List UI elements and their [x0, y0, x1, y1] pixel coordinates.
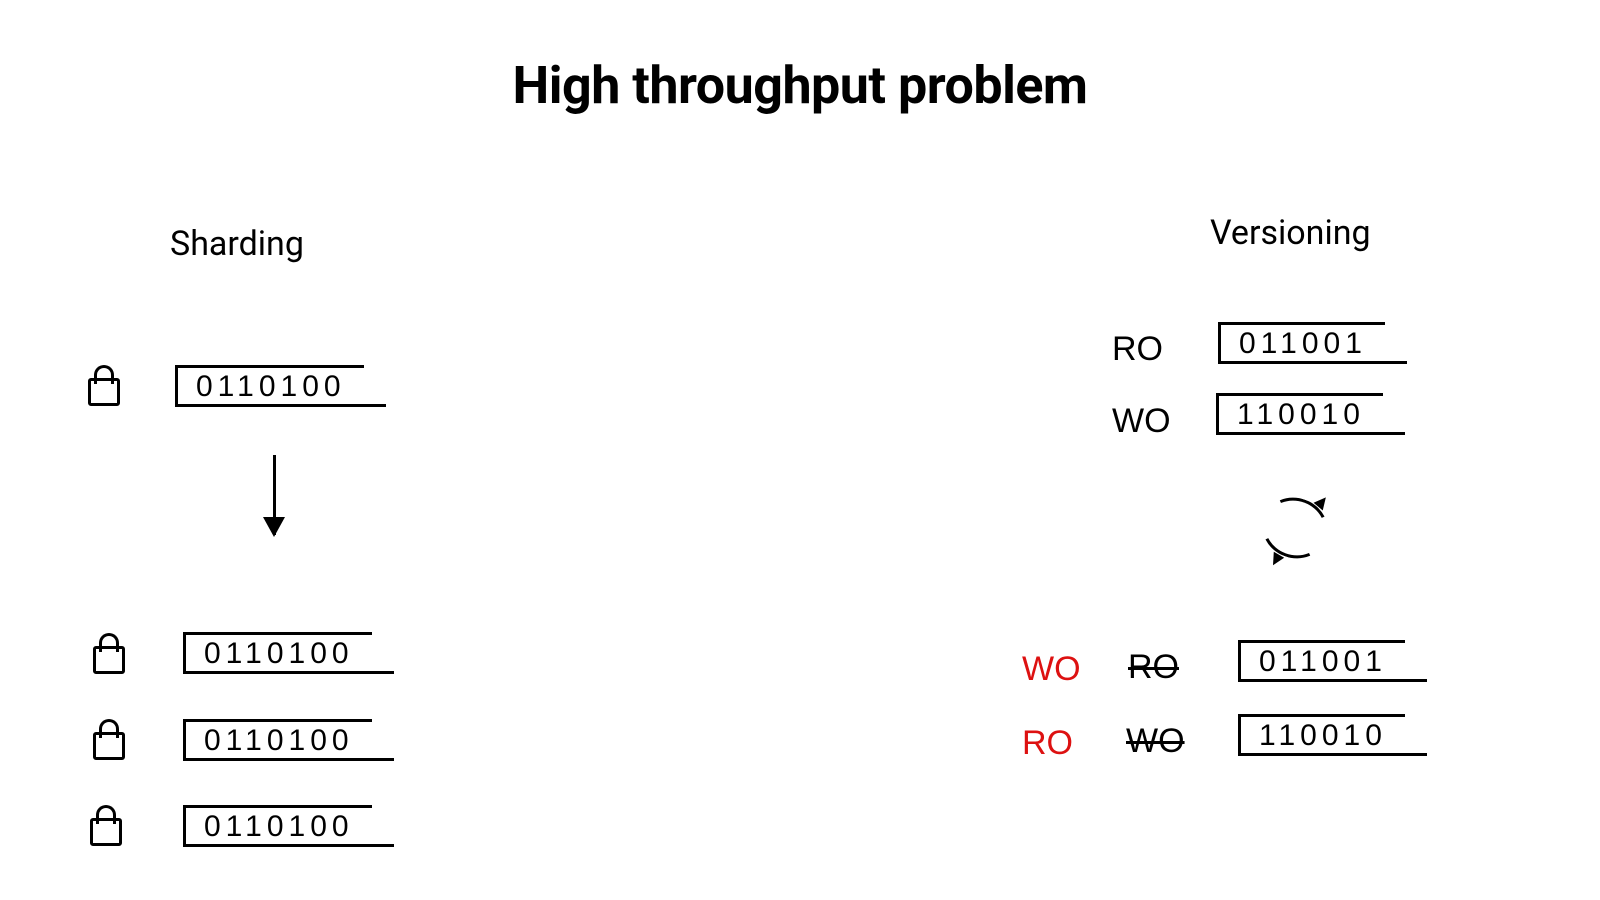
- sharding-label: Sharding: [170, 224, 304, 264]
- lock-icon: [90, 818, 122, 846]
- version-data-box: 110010: [1238, 714, 1405, 753]
- sharding-source-box: 0110100: [175, 365, 364, 404]
- version-old-mode-label: RO: [1128, 648, 1179, 687]
- version-data-box: 011001: [1238, 640, 1405, 679]
- swap-icon: [1262, 498, 1332, 562]
- version-mode-label: RO: [1112, 330, 1163, 369]
- slide-title: High throughput problem: [0, 55, 1600, 116]
- sharding-shard-box: 0110100: [183, 805, 372, 844]
- version-new-mode-label: RO: [1022, 724, 1073, 763]
- version-new-mode-label: WO: [1022, 650, 1081, 689]
- lock-icon: [93, 732, 125, 760]
- lock-icon: [88, 378, 120, 406]
- lock-icon: [93, 646, 125, 674]
- version-old-mode-label: WO: [1126, 722, 1185, 761]
- arrow-down-icon: [273, 455, 276, 535]
- sharding-shard-box: 0110100: [183, 632, 372, 671]
- version-data-box: 110010: [1216, 393, 1383, 432]
- version-data-box: 011001: [1218, 322, 1385, 361]
- versioning-label: Versioning: [1210, 213, 1371, 253]
- sharding-shard-box: 0110100: [183, 719, 372, 758]
- version-mode-label: WO: [1112, 402, 1171, 441]
